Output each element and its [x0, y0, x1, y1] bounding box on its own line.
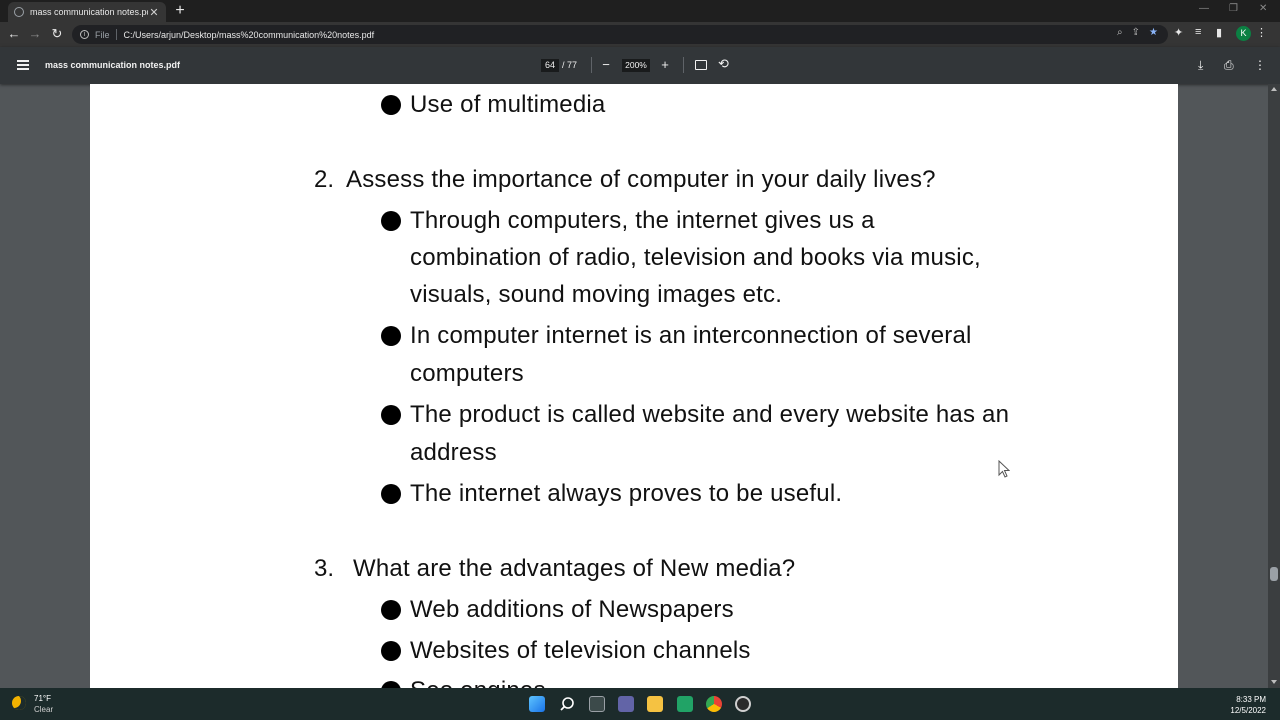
zoom-icon[interactable]: ⌕ [1117, 27, 1123, 38]
teams-chat-icon[interactable] [618, 696, 634, 712]
bullet [381, 484, 401, 504]
print-icon[interactable]: ⎙ [1224, 58, 1234, 73]
document-line: Use of multimedia [410, 91, 606, 118]
document-line: computers [410, 360, 524, 387]
question-number: 2. [314, 166, 335, 193]
more-options-icon[interactable]: ⋮ [1254, 58, 1266, 72]
bullet [381, 95, 401, 115]
page-total: / 77 [562, 60, 578, 70]
spreadsheet-app-icon[interactable] [677, 696, 693, 712]
bookmark-star-icon[interactable]: ★ [1149, 27, 1158, 38]
vertical-scrollbar[interactable] [1268, 84, 1280, 688]
zoom-out-button[interactable]: − [599, 56, 613, 74]
reading-list-icon[interactable]: ≡ [1195, 26, 1201, 38]
weather-condition: Clear [34, 705, 54, 714]
fit-page-icon[interactable] [695, 60, 707, 70]
document-line: address [410, 439, 497, 466]
search-icon[interactable] [559, 696, 575, 712]
tab-close-button[interactable]: ✕ [148, 6, 160, 19]
menu-icon[interactable] [17, 60, 29, 70]
reload-icon[interactable]: ↻ [49, 26, 65, 42]
document-line: Through computers, the internet gives us… [410, 207, 875, 234]
bullet [381, 681, 401, 688]
bullet [381, 405, 401, 425]
bullet [381, 326, 401, 346]
page-number-input[interactable]: 64 [541, 59, 559, 72]
download-icon[interactable]: ⤓ [1198, 58, 1203, 73]
scroll-down-icon[interactable] [1271, 680, 1277, 684]
document-line: The internet always proves to be useful. [410, 480, 843, 507]
recorder-app-icon[interactable] [735, 696, 751, 712]
rotate-icon[interactable]: ⟲ [718, 57, 729, 71]
minimize-icon[interactable]: — [1199, 3, 1209, 14]
scroll-up-icon[interactable] [1271, 87, 1277, 91]
address-divider [115, 29, 117, 40]
address-actions: ⌕ ⇪ ★ [1117, 27, 1158, 38]
back-icon[interactable]: ← [6, 26, 22, 42]
info-icon[interactable]: i [80, 30, 89, 39]
pdf-file-name: mass communication notes.pdf [45, 60, 181, 70]
zoom-level-input[interactable]: 200% [622, 59, 650, 72]
bullet [381, 211, 401, 231]
pdf-page: Use of multimedia 2. Assess the importan… [90, 84, 1178, 688]
toolbar-divider [683, 57, 684, 73]
taskbar: 71°F Clear 8:33 PM 12/5/2022 [0, 688, 1280, 720]
close-window-icon[interactable]: ✕ [1259, 3, 1267, 14]
document-line: Web additions of Newspapers [410, 596, 734, 623]
share-icon[interactable]: ⇪ [1132, 27, 1140, 38]
file-explorer-icon[interactable] [647, 696, 663, 712]
address-bar[interactable]: i File C:/Users/arjun/Desktop/mass%20com… [72, 25, 1168, 44]
mouse-pointer-icon [998, 460, 1010, 478]
question-number: 3. [314, 555, 335, 582]
browser-tab[interactable]: mass communication notes.pdf ✕ [8, 2, 166, 22]
bullet [381, 641, 401, 661]
side-panel-icon[interactable]: ▮ [1216, 26, 1222, 39]
globe-icon [14, 7, 24, 17]
chrome-icon[interactable] [706, 696, 722, 712]
question-heading: Assess the importance of computer in you… [346, 166, 936, 193]
document-line: combination of radio, television and boo… [410, 244, 981, 271]
tab-strip: mass communication notes.pdf ✕ + — ❐ ✕ [0, 0, 1280, 22]
question-heading: What are the advantages of New media? [353, 555, 796, 582]
document-line: The product is called website and every … [410, 401, 1010, 428]
tab-title: mass communication notes.pdf [30, 7, 148, 17]
clock-date: 12/5/2022 [1230, 706, 1266, 715]
new-tab-button[interactable]: + [172, 2, 188, 20]
scrollbar-thumb[interactable] [1270, 567, 1278, 581]
toolbar-divider [591, 57, 592, 73]
extensions-icon[interactable]: ✦ [1174, 26, 1183, 39]
document-line: In computer internet is an interconnecti… [410, 322, 972, 349]
zoom-in-button[interactable]: + [658, 56, 672, 74]
clock-time: 8:33 PM [1236, 695, 1266, 704]
task-view-icon[interactable] [589, 696, 605, 712]
pdf-toolbar: mass communication notes.pdf 64 / 77 − 2… [0, 47, 1280, 84]
browser-toolbar: ← → ↻ i File C:/Users/arjun/Desktop/mass… [0, 22, 1280, 47]
moon-icon[interactable] [12, 696, 26, 710]
forward-icon[interactable]: → [27, 26, 43, 42]
document-line: Websites of television channels [410, 637, 751, 664]
browser-menu-icon[interactable]: ⋮ [1256, 26, 1267, 39]
address-url: C:/Users/arjun/Desktop/mass%20communicat… [123, 29, 375, 40]
restore-icon[interactable]: ❐ [1229, 3, 1238, 14]
system-clock[interactable]: 8:33 PM 12/5/2022 [1230, 694, 1266, 716]
profile-avatar[interactable]: K [1236, 26, 1251, 41]
bullet [381, 600, 401, 620]
document-line: visuals, sound moving images etc. [410, 281, 783, 308]
start-icon[interactable] [529, 696, 545, 712]
weather-temperature: 71°F [34, 694, 51, 703]
document-line: Seo engines [410, 677, 546, 688]
address-scheme: File [95, 29, 110, 40]
